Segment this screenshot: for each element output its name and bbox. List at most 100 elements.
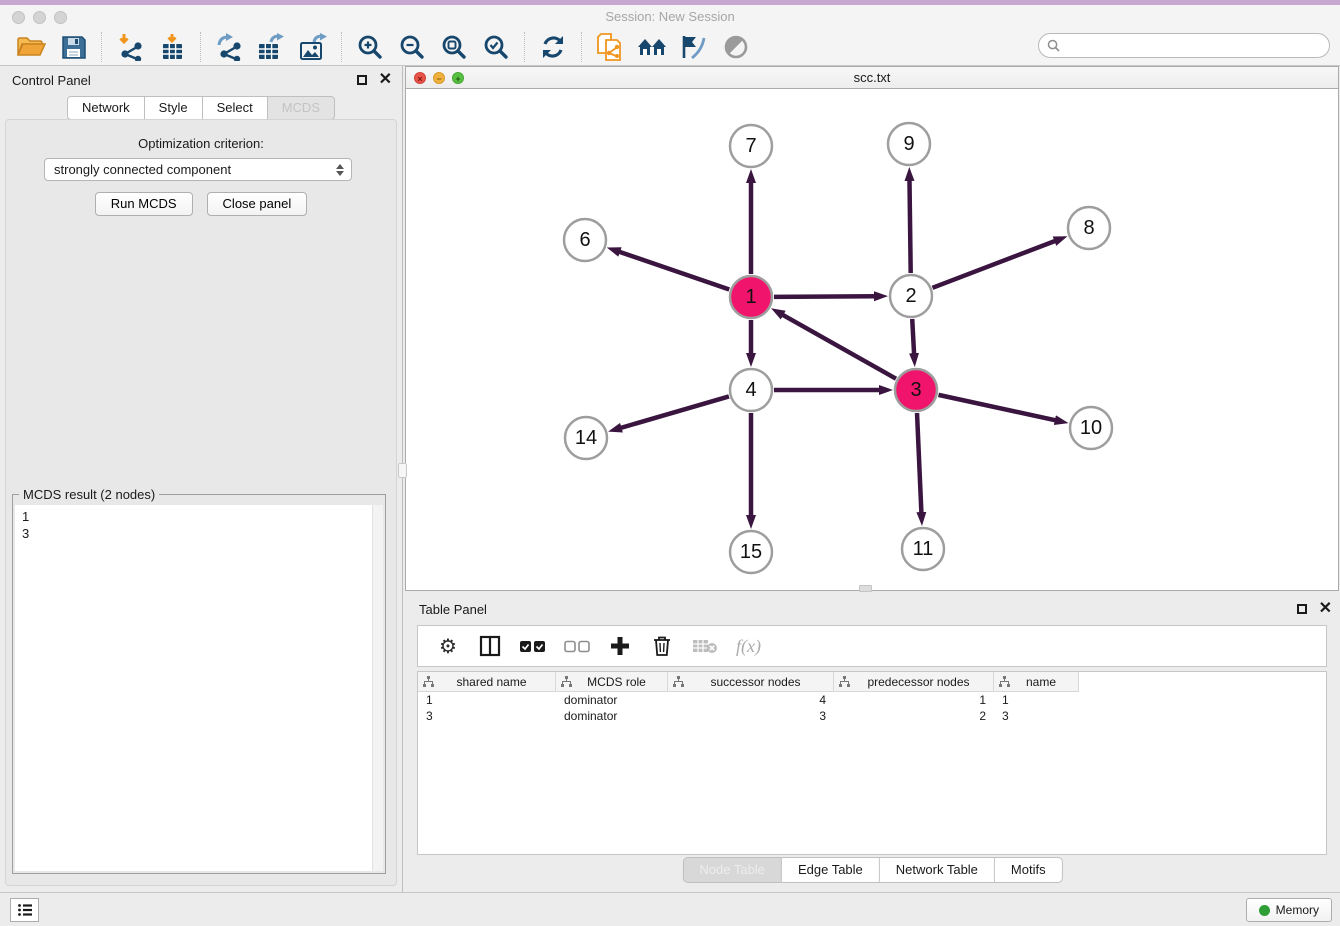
- float-panel-icon[interactable]: [357, 75, 367, 85]
- select-all-icon[interactable]: [520, 640, 546, 653]
- show-graphics-button[interactable]: [673, 31, 715, 63]
- result-scrollbar[interactable]: [372, 505, 383, 871]
- tab-network-table[interactable]: Network Table: [880, 857, 995, 883]
- horizontal-splitter-grip[interactable]: [859, 585, 872, 592]
- tab-select[interactable]: Select: [203, 96, 268, 120]
- edge-2-9[interactable]: [909, 179, 910, 273]
- open-session-button[interactable]: [10, 31, 52, 63]
- column-header-name[interactable]: name: [994, 672, 1079, 692]
- search-input[interactable]: [1060, 39, 1329, 53]
- table-cell[interactable]: 1: [994, 692, 1079, 708]
- node-2[interactable]: 2: [890, 275, 932, 317]
- edge-3-1[interactable]: [781, 314, 895, 379]
- open-session-icon: [16, 34, 46, 60]
- split-view-icon[interactable]: [478, 635, 502, 657]
- zoom-fit-button[interactable]: [433, 31, 475, 63]
- column-header-MCDS-role[interactable]: MCDS role: [556, 672, 668, 692]
- mcds-result-title: MCDS result (2 nodes): [19, 487, 159, 502]
- node-10[interactable]: 10: [1070, 407, 1112, 449]
- node-table[interactable]: shared nameMCDS rolesuccessor nodesprede…: [417, 671, 1327, 855]
- export-table-button[interactable]: [250, 31, 292, 63]
- table-row[interactable]: 1dominator411: [418, 692, 1326, 708]
- tab-style[interactable]: Style: [145, 96, 203, 120]
- node-9[interactable]: 9: [888, 123, 930, 165]
- eye-button[interactable]: [715, 31, 757, 63]
- network-graph[interactable]: 1 2 3 4 6 7 8 9 10 11 14 15: [406, 89, 1338, 590]
- table-cell[interactable]: dominator: [556, 692, 668, 708]
- edge-2-3[interactable]: [912, 319, 914, 355]
- memory-button[interactable]: Memory: [1246, 898, 1332, 922]
- node-11[interactable]: 11: [902, 528, 944, 570]
- zoom-in-button[interactable]: [349, 31, 391, 63]
- zoom-in-icon: [357, 34, 383, 60]
- edge-1-6[interactable]: [618, 251, 729, 289]
- add-column-icon[interactable]: [608, 635, 632, 657]
- hierarchy-icon: [423, 676, 434, 687]
- node-15[interactable]: 15: [730, 531, 772, 573]
- network-canvas[interactable]: 1 2 3 4 6 7 8 9 10 11 14 15: [405, 89, 1339, 591]
- tab-network[interactable]: Network: [67, 96, 145, 120]
- edge-2-8[interactable]: [932, 240, 1056, 287]
- edge-4-14[interactable]: [620, 396, 729, 428]
- column-header-shared-name[interactable]: shared name: [418, 672, 556, 692]
- node-14[interactable]: 14: [565, 417, 607, 459]
- tab-mcds[interactable]: MCDS: [268, 96, 335, 120]
- hierarchy-icon: [561, 676, 572, 687]
- node-7[interactable]: 7: [730, 125, 772, 167]
- table-cell[interactable]: 1: [418, 692, 556, 708]
- edge-1-2[interactable]: [774, 296, 876, 297]
- node-6[interactable]: 6: [564, 219, 606, 261]
- table-cell[interactable]: dominator: [556, 708, 668, 724]
- run-mcds-button[interactable]: Run MCDS: [95, 192, 193, 216]
- table-cell[interactable]: 1: [834, 692, 994, 708]
- node-1[interactable]: 1: [730, 276, 772, 318]
- vertical-splitter-grip[interactable]: [398, 463, 407, 478]
- svg-text:7: 7: [745, 135, 756, 157]
- table-cell[interactable]: 3: [668, 708, 834, 724]
- tab-motifs[interactable]: Motifs: [995, 857, 1063, 883]
- optimization-criterion-select[interactable]: strongly connected component: [44, 158, 352, 181]
- function-builder-icon[interactable]: f(x): [736, 636, 761, 657]
- export-network-button[interactable]: [208, 31, 250, 63]
- network-close-button[interactable]: ×: [414, 72, 426, 84]
- node-4[interactable]: 4: [730, 369, 772, 411]
- node-3[interactable]: 3: [895, 369, 937, 411]
- select-stepper-icon: [336, 164, 344, 176]
- mcds-result-text[interactable]: 13: [15, 505, 383, 871]
- export-image-button[interactable]: [292, 31, 334, 63]
- edge-3-11[interactable]: [917, 413, 921, 514]
- import-table-button[interactable]: [151, 31, 193, 63]
- table-cell[interactable]: 4: [668, 692, 834, 708]
- edge-3-10[interactable]: [938, 395, 1056, 421]
- home-button[interactable]: [631, 31, 673, 63]
- table-cell[interactable]: 3: [418, 708, 556, 724]
- tab-node-table[interactable]: Node Table: [682, 857, 782, 883]
- refresh-button[interactable]: [532, 31, 574, 63]
- zoom-selected-button[interactable]: [475, 31, 517, 63]
- svg-text:1: 1: [745, 286, 756, 308]
- table-row[interactable]: 3dominator323: [418, 708, 1326, 724]
- task-history-button[interactable]: [10, 898, 39, 922]
- close-table-panel-icon[interactable]: ✕: [1319, 604, 1332, 614]
- close-panel-button[interactable]: Close panel: [207, 192, 308, 216]
- deselect-all-icon[interactable]: [564, 640, 590, 653]
- search-field[interactable]: [1038, 33, 1330, 58]
- tab-edge-table[interactable]: Edge Table: [782, 857, 880, 883]
- save-session-button[interactable]: [52, 31, 94, 63]
- column-header-predecessor-nodes[interactable]: predecessor nodes: [834, 672, 994, 692]
- delete-icon[interactable]: [650, 635, 674, 657]
- clone-network-button[interactable]: [589, 31, 631, 63]
- destroy-table-icon[interactable]: [692, 638, 718, 654]
- close-panel-icon[interactable]: ✕: [379, 75, 392, 85]
- network-maximize-button[interactable]: +: [452, 72, 464, 84]
- import-network-button[interactable]: [109, 31, 151, 63]
- zoom-out-button[interactable]: [391, 31, 433, 63]
- table-cell[interactable]: 2: [834, 708, 994, 724]
- column-header-successor-nodes[interactable]: successor nodes: [668, 672, 834, 692]
- settings-gear-icon[interactable]: ⚙: [436, 634, 460, 659]
- table-cell[interactable]: 3: [994, 708, 1079, 724]
- float-table-panel-icon[interactable]: [1297, 604, 1307, 614]
- network-window-titlebar[interactable]: × − + scc.txt: [405, 66, 1339, 89]
- node-8[interactable]: 8: [1068, 207, 1110, 249]
- network-minimize-button[interactable]: −: [433, 72, 445, 84]
